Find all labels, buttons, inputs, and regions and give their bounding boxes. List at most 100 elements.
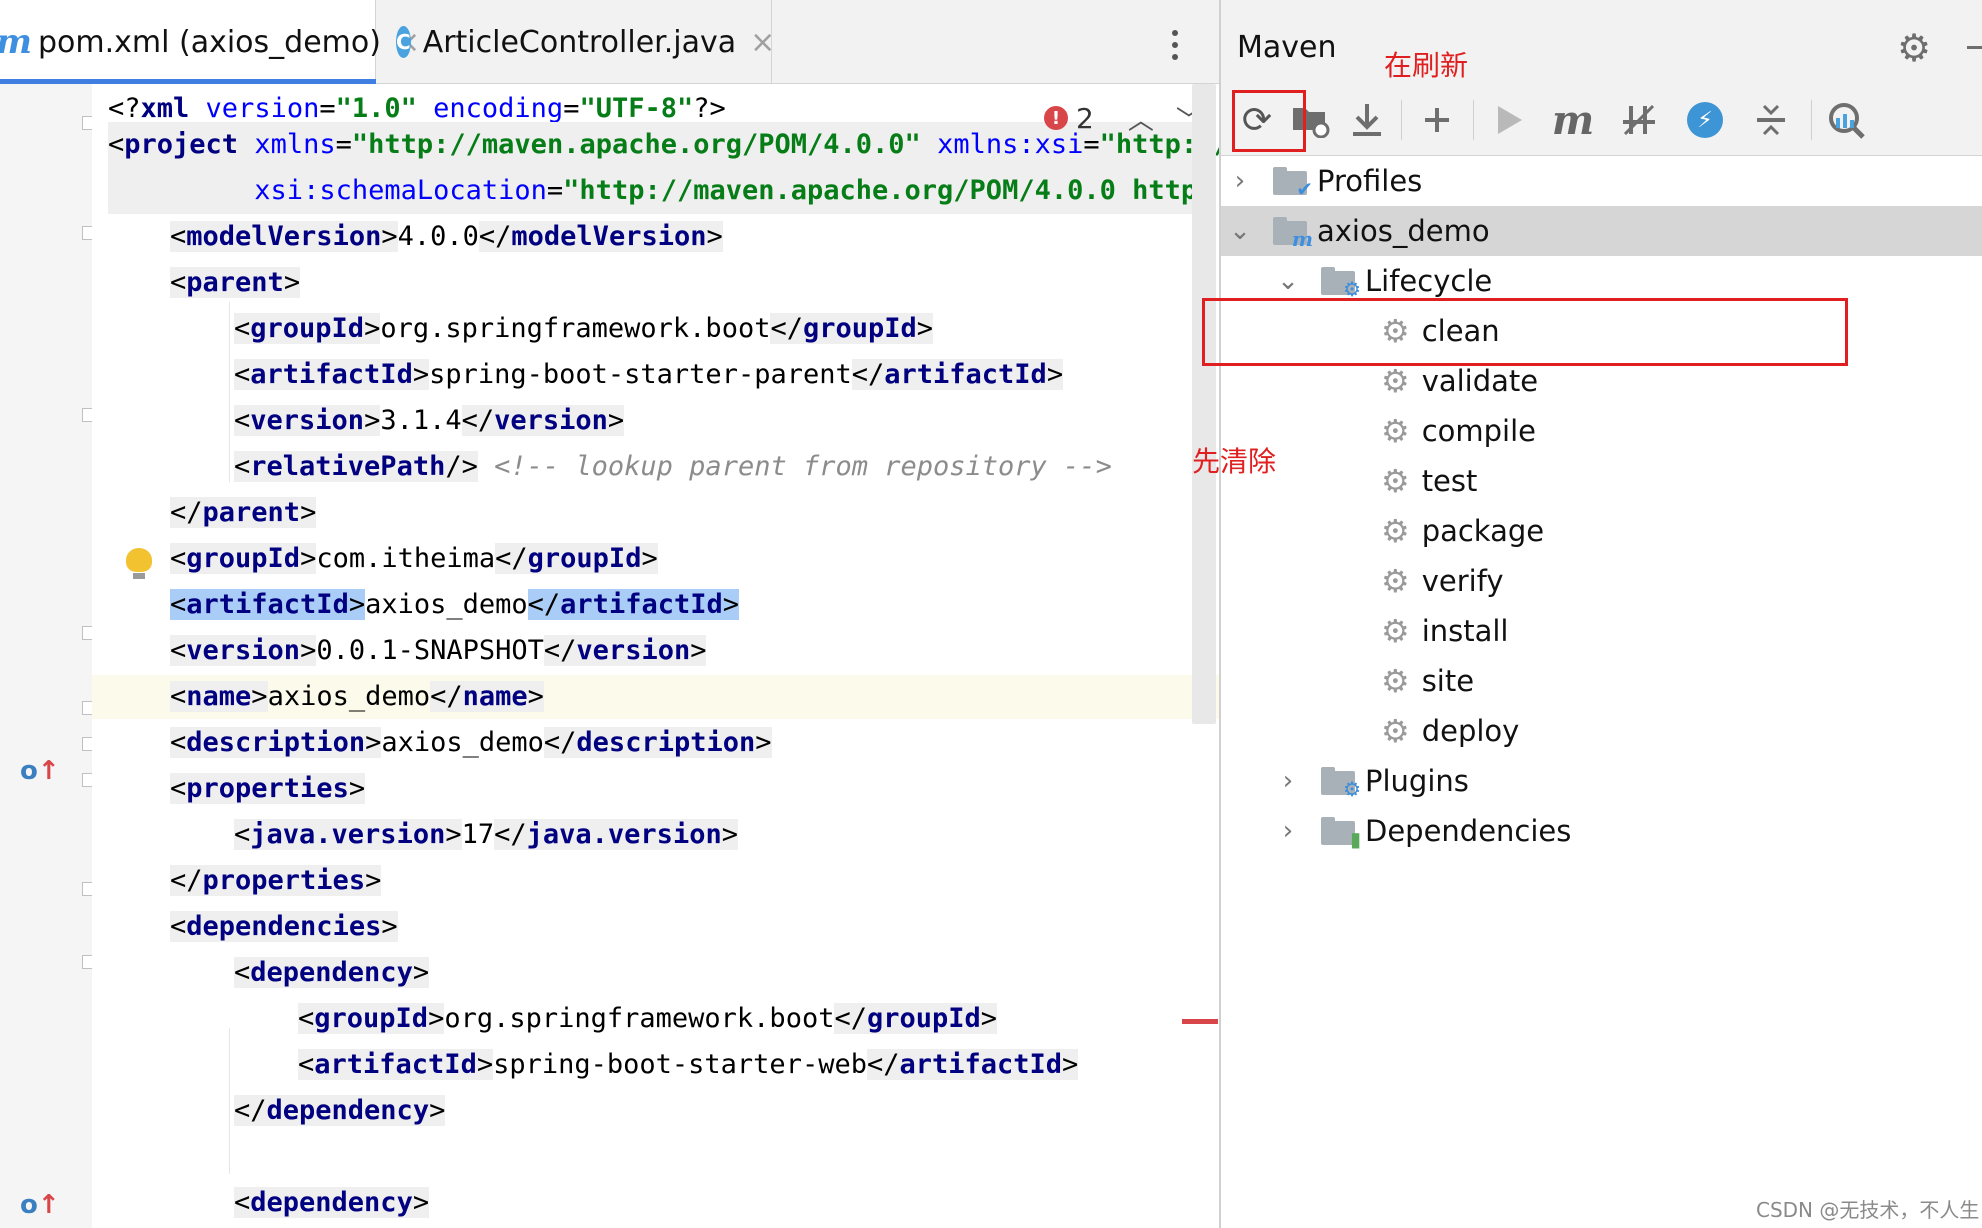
watermark: CSDN @无技术，不人生 <box>1756 1198 1980 1222</box>
code-editor[interactable]: m pom.xml (axios_demo) × C ArticleContro… <box>0 0 1219 1228</box>
more-tabs-icon[interactable] <box>1170 30 1180 64</box>
goal-label: site <box>1421 664 1475 698</box>
tree-node-profiles[interactable]: › ✔ Profiles <box>1225 156 1982 206</box>
tree-node-project[interactable]: ⌄ m axios_demo <box>1221 206 1982 256</box>
gear-icon: ⚙ <box>1381 612 1410 650</box>
goal-label: package <box>1421 514 1545 548</box>
code-line-24: <dependency> <box>234 1187 430 1218</box>
toolbar-separator <box>1473 100 1474 140</box>
code-line-5: <parent> <box>170 267 301 298</box>
gear-icon: ⚙ <box>1381 462 1410 500</box>
editor-gutter: o↑ o↑ <box>0 84 96 1228</box>
goal-label: install <box>1421 614 1509 648</box>
code-line-16: <properties> <box>170 773 366 804</box>
editor-tab-bar: m pom.xml (axios_demo) × C ArticleContro… <box>0 0 1219 85</box>
problems-count: 2 <box>1076 101 1094 135</box>
code-line-7: <artifactId>spring-boot-starter-parent</… <box>234 359 1064 390</box>
minimize-icon[interactable] <box>1967 46 1982 49</box>
chevron-right-icon[interactable]: › <box>1273 766 1303 796</box>
gear-icon: ⚙ <box>1381 512 1410 550</box>
goal-label: validate <box>1421 364 1539 398</box>
error-icon: ! <box>1044 106 1068 130</box>
tree-node-label: Lifecycle <box>1365 264 1493 298</box>
run-gutter-icon[interactable]: o↑ <box>20 1190 60 1220</box>
code-line-6: <groupId>org.springframework.boot</group… <box>234 313 934 344</box>
clean-note: 先清除 <box>1192 445 1277 478</box>
tab-article-controller[interactable]: C ArticleController.java × <box>380 0 775 84</box>
lifecycle-goal-install[interactable]: ⚙ install <box>1381 606 1509 656</box>
profiles-folder-icon: ✔ <box>1273 167 1313 199</box>
lifecycle-goal-test[interactable]: ⚙ test <box>1381 456 1477 506</box>
code-line-20: <dependency> <box>234 957 430 988</box>
toggle-offline-icon[interactable] <box>1613 94 1665 146</box>
lifecycle-goal-verify[interactable]: ⚙ verify <box>1381 556 1504 606</box>
lifecycle-goal-package[interactable]: ⚙ package <box>1381 506 1544 556</box>
gear-icon[interactable]: ⚙ <box>1897 28 1931 68</box>
add-project-icon[interactable] <box>1411 94 1463 146</box>
code-line-3: xsi:schemaLocation="http://maven.apache.… <box>108 168 1219 214</box>
code-line-2: <project xmlns="http://maven.apache.org/… <box>108 122 1219 168</box>
execute-maven-goal-icon[interactable]: m <box>1547 94 1599 146</box>
tree-node-label: Dependencies <box>1365 814 1572 848</box>
chevron-right-icon[interactable]: › <box>1225 166 1255 196</box>
clean-highlight-box <box>1202 298 1848 366</box>
code-line-4: <modelVersion>4.0.0</modelVersion> <box>170 221 723 252</box>
maven-project-icon: m <box>1273 217 1313 249</box>
gear-icon: ⚙ <box>1381 662 1410 700</box>
editor-scrollbar[interactable] <box>1192 84 1216 724</box>
plugins-folder-icon: ⚙ <box>1321 767 1361 799</box>
collapse-all-icon[interactable] <box>1745 94 1797 146</box>
refresh-note: 在刷新 <box>1384 49 1469 82</box>
code-line-13: <version>0.0.1-SNAPSHOT</version> <box>170 635 707 666</box>
download-sources-icon[interactable] <box>1341 94 1393 146</box>
code-line-22: <artifactId>spring-boot-starter-web</art… <box>298 1049 1079 1080</box>
maven-toolbar: ⟳ m ⚡ <box>1221 84 1982 156</box>
code-line-9: <relativePath/> <!-- lookup parent from … <box>234 451 1112 482</box>
java-class-icon: C <box>396 26 411 58</box>
tree-node-label: Profiles <box>1317 164 1423 198</box>
lifecycle-goal-deploy[interactable]: ⚙ deploy <box>1381 706 1519 756</box>
run-gutter-icon[interactable]: o↑ <box>20 756 60 786</box>
run-maven-build-icon[interactable] <box>1483 94 1535 146</box>
code-line-17: <java.version>17</java.version> <box>234 819 738 850</box>
code-line-15: <description>axios_demo</description> <box>170 727 772 758</box>
tree-node-label: Plugins <box>1365 764 1469 798</box>
dependencies-folder-icon: ▮ <box>1321 817 1361 849</box>
chevron-down-icon[interactable]: ⌄ <box>1273 266 1303 296</box>
gear-icon: ⚙ <box>1381 712 1410 750</box>
code-line-8: <version>3.1.4</version> <box>234 405 625 436</box>
tab-pom-xml[interactable]: m pom.xml (axios_demo) × <box>0 0 420 85</box>
toolbar-separator <box>1401 100 1402 140</box>
indent-guide <box>229 302 230 482</box>
previous-problem-icon[interactable]: ︿ <box>1128 100 1154 137</box>
chevron-right-icon[interactable]: › <box>1273 816 1303 846</box>
lightbulb-icon[interactable] <box>126 548 152 579</box>
code-line-23: </dependency> <box>234 1095 446 1126</box>
skip-tests-icon[interactable]: ⚡ <box>1679 94 1731 146</box>
tab-label: pom.xml (axios_demo) <box>37 24 381 60</box>
problems-indicator[interactable]: ! 2 ︿ ﹀ <box>1044 100 1202 136</box>
code-line-19: <dependencies> <box>170 911 398 942</box>
tab-label: ArticleController.java <box>422 24 737 60</box>
refresh-highlight-box <box>1232 90 1306 152</box>
close-icon[interactable]: × <box>750 25 775 60</box>
tree-node-plugins[interactable]: › ⚙ Plugins <box>1273 756 1982 806</box>
lifecycle-goal-compile[interactable]: ⚙ compile <box>1381 406 1536 456</box>
code-area[interactable]: <?xml version="1.0" encoding="UTF-8"?> <… <box>92 84 1219 1228</box>
goal-label: test <box>1421 464 1478 498</box>
toolbar-separator <box>1811 100 1812 140</box>
code-line-12: <artifactId>axios_demo</artifactId> <box>170 589 739 620</box>
code-line-10: </parent> <box>170 497 317 528</box>
chevron-down-icon[interactable]: ⌄ <box>1225 216 1255 246</box>
lifecycle-folder-icon: ⚙ <box>1321 267 1361 299</box>
lifecycle-goal-site[interactable]: ⚙ site <box>1381 656 1474 706</box>
tree-node-dependencies[interactable]: › ▮ Dependencies <box>1273 806 1982 856</box>
code-line-11: <groupId>com.itheima</groupId> <box>170 543 658 574</box>
error-stripe-marker[interactable] <box>1182 1019 1218 1024</box>
maven-tool-window: Maven ⚙ ⟳ m ⚡ › ✔ Profiles ⌄ m axios_dem… <box>1219 0 1982 1228</box>
gear-icon: ⚙ <box>1381 362 1410 400</box>
maven-file-icon: m <box>0 22 32 62</box>
code-line-21: <groupId>org.springframework.boot</group… <box>298 1003 998 1034</box>
analyze-dependencies-icon[interactable] <box>1819 94 1871 146</box>
tree-node-label: axios_demo <box>1317 214 1490 248</box>
